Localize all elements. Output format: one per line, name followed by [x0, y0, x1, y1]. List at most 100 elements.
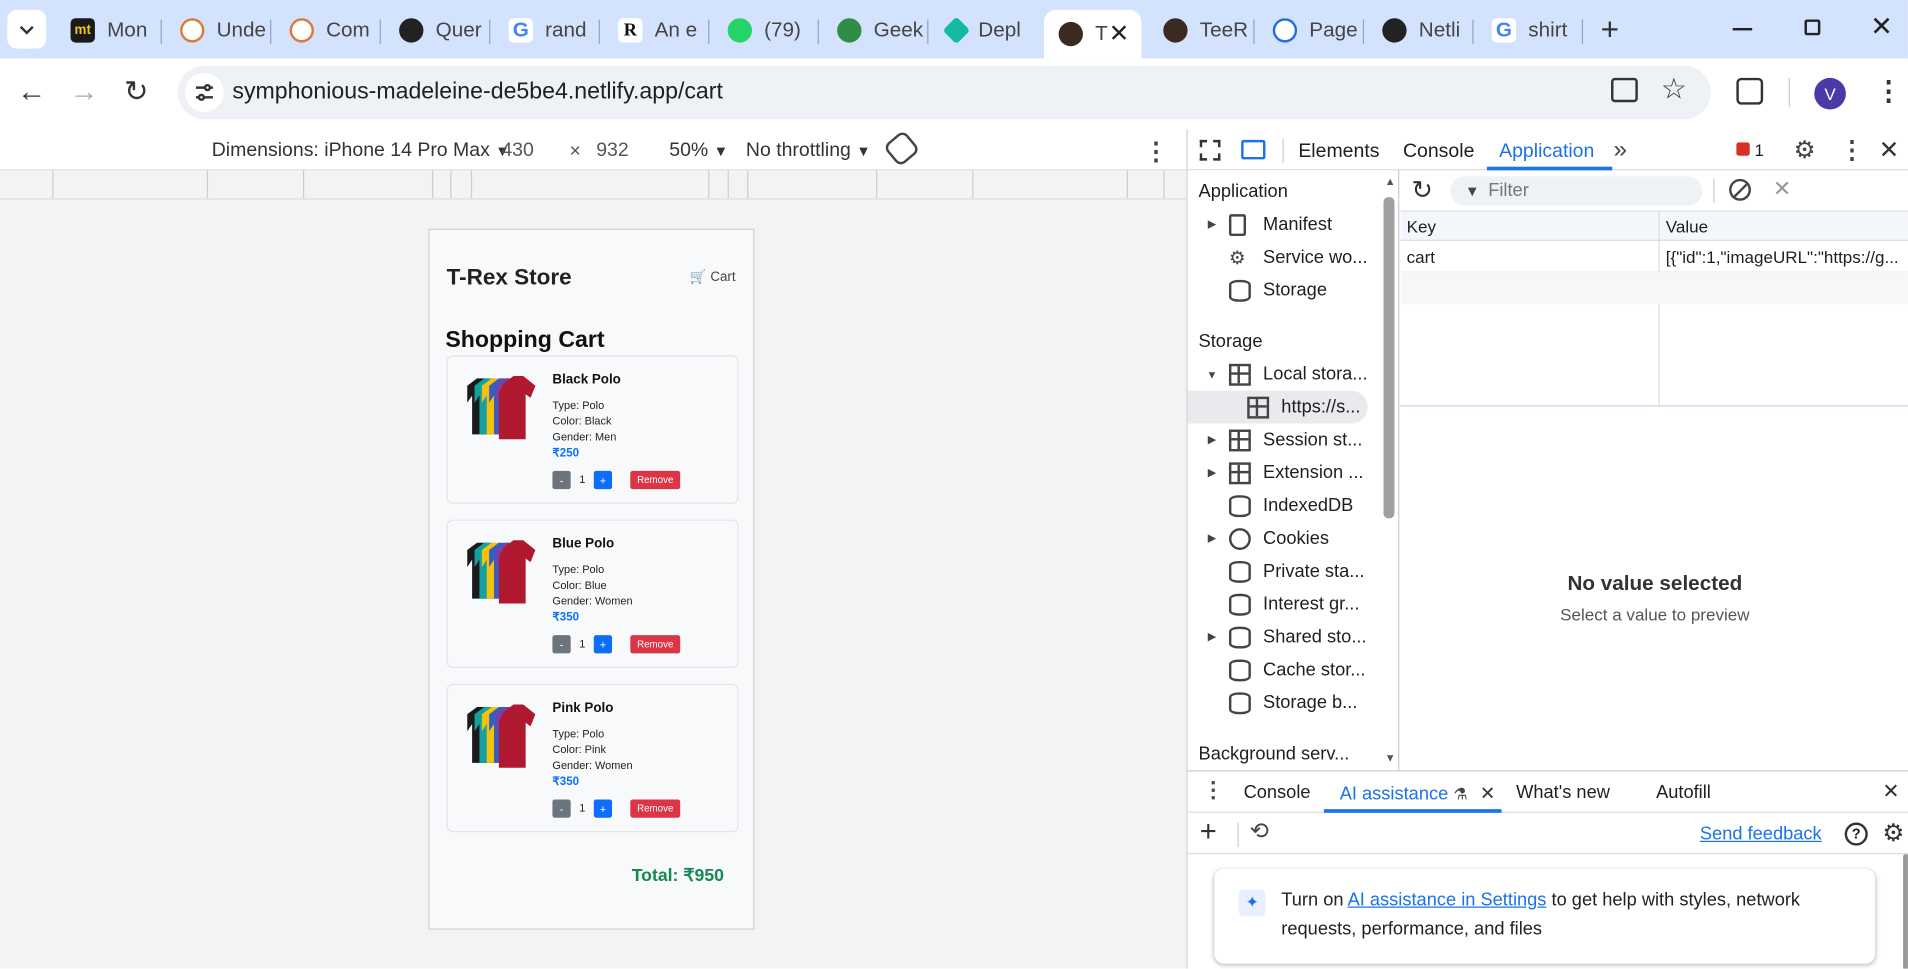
drawer-settings-icon[interactable]: ⚙ [1882, 818, 1904, 848]
tree-item-interest-groups[interactable]: Interest gr... [1188, 588, 1380, 621]
minimize-icon[interactable] [1732, 27, 1753, 31]
width-input[interactable]: 430 [501, 140, 533, 162]
tab-search-button[interactable] [7, 9, 47, 49]
close-devtools-icon[interactable]: ✕ [1879, 135, 1899, 165]
back-icon[interactable]: ← [17, 75, 46, 109]
rotate-icon[interactable] [882, 129, 921, 168]
zoom-select[interactable]: 50% ▼ [669, 140, 728, 162]
inspect-element-icon[interactable] [1199, 139, 1221, 161]
tree-item-session-storage[interactable]: ▶ Session st... [1188, 423, 1380, 456]
drawer-tab-console[interactable]: Console [1244, 782, 1311, 803]
send-feedback-link[interactable]: Send feedback [1700, 824, 1822, 845]
close-tab-icon[interactable]: ✕ [1480, 784, 1495, 805]
browser-tab[interactable]: G shirt [1477, 10, 1582, 51]
browser-tab-active[interactable]: T ✕ [1044, 9, 1142, 59]
settings-gear-icon[interactable]: ⚙ [1794, 135, 1816, 165]
drawer-tab-autofill[interactable]: Autofill [1656, 782, 1711, 803]
remove-button[interactable]: Remove [630, 470, 681, 490]
tab-application[interactable]: Application [1499, 141, 1594, 163]
expand-arrow-icon[interactable]: ▶ [1205, 532, 1220, 545]
tree-item-manifest[interactable]: ▶ Manifest [1188, 208, 1380, 241]
menu-kebab-icon[interactable]: ⋮ [1875, 75, 1902, 107]
omnibox[interactable]: symphonious-madeleine-de5be4.netlify.app… [177, 65, 1711, 120]
tree-item-service-workers[interactable]: ⚙ Service wo... [1188, 241, 1380, 274]
tree-item-extension-storage[interactable]: ▶ Extension ... [1188, 456, 1380, 489]
url-text[interactable]: symphonious-madeleine-de5be4.netlify.app… [232, 79, 723, 106]
tree-item-storage-buckets[interactable]: Storage b... [1188, 686, 1380, 719]
tree-item-shared-storage[interactable]: ▶ Shared sto... [1188, 621, 1380, 654]
install-app-icon[interactable] [1611, 77, 1638, 103]
drawer-scrollbar[interactable] [1903, 854, 1908, 969]
close-window-icon[interactable]: ✕ [1870, 11, 1892, 43]
browser-tab[interactable]: (79) [713, 10, 818, 51]
drawer-menu-icon[interactable]: ⋮ [1202, 778, 1224, 804]
close-drawer-icon[interactable]: ✕ [1882, 780, 1899, 804]
increase-qty-button[interactable]: + [593, 635, 613, 654]
refresh-icon[interactable]: ↻ [1411, 175, 1432, 205]
device-toggle-icon[interactable] [1241, 139, 1266, 160]
new-tab-button[interactable]: + [1592, 12, 1629, 49]
tree-item-cache-storage[interactable]: Cache stor... [1188, 653, 1380, 686]
browser-tab[interactable]: mt Mon [56, 10, 161, 51]
tab-elements[interactable]: Elements [1298, 141, 1379, 163]
increase-qty-button[interactable]: + [593, 799, 613, 818]
browser-tab[interactable]: Geek [823, 10, 928, 51]
filter-input[interactable]: ▼ Filter [1450, 176, 1703, 206]
remove-button[interactable]: Remove [630, 799, 681, 818]
tree-item-storage[interactable]: Storage [1188, 274, 1380, 307]
bookmark-star-icon[interactable]: ☆ [1661, 72, 1687, 107]
collapse-arrow-icon[interactable]: ▼ [1205, 368, 1220, 380]
delete-selected-icon[interactable]: ✕ [1773, 176, 1791, 202]
drawer-tab-whats-new[interactable]: What's new [1516, 782, 1610, 803]
history-icon[interactable]: ⟲ [1250, 818, 1269, 846]
table-row[interactable]: cart [{"id":1,"imageURL":"https://g... [1400, 241, 1908, 273]
tree-item-cookies[interactable]: ▶ Cookies [1188, 522, 1380, 555]
expand-arrow-icon[interactable]: ▶ [1205, 433, 1220, 446]
browser-tab[interactable]: Unde [165, 10, 270, 51]
device-toolbar-menu-icon[interactable]: ⋮ [1144, 136, 1168, 166]
browser-tab[interactable]: Depl [932, 10, 1037, 51]
sidebar-scrollbar[interactable]: ▲ ▼ [1379, 170, 1400, 772]
devtools-menu-icon[interactable]: ⋮ [1840, 135, 1864, 165]
expand-arrow-icon[interactable]: ▶ [1205, 630, 1220, 643]
store-brand[interactable]: T-Rex Store [447, 264, 572, 291]
tree-item-indexeddb[interactable]: IndexedDB [1188, 489, 1380, 522]
reload-icon[interactable]: ↻ [124, 74, 148, 109]
new-chat-icon[interactable]: + [1200, 815, 1217, 849]
forward-icon[interactable]: → [69, 75, 98, 109]
tree-item-local-storage[interactable]: ▼ Local stora... [1188, 358, 1380, 391]
browser-tab[interactable]: Page [1258, 10, 1363, 51]
tab-console[interactable]: Console [1403, 141, 1474, 163]
expand-arrow-icon[interactable]: ▶ [1205, 466, 1220, 479]
decrease-qty-button[interactable]: - [552, 470, 571, 490]
restore-icon[interactable] [1804, 19, 1821, 36]
ai-settings-link[interactable]: AI assistance in Settings [1348, 889, 1547, 910]
site-info-icon[interactable] [184, 73, 224, 112]
error-count-badge[interactable]: 1 [1736, 140, 1764, 159]
expand-arrow-icon[interactable]: ▶ [1205, 218, 1220, 231]
column-header-value[interactable]: Value [1666, 217, 1708, 236]
extensions-puzzle-icon[interactable] [1736, 77, 1764, 105]
browser-tab[interactable]: Com [275, 10, 380, 51]
browser-tab[interactable]: Quer [385, 10, 490, 51]
browser-tab[interactable]: G rand [494, 10, 599, 51]
browser-tab[interactable]: TeeR [1149, 10, 1254, 51]
increase-qty-button[interactable]: + [593, 470, 613, 490]
column-header-key[interactable]: Key [1407, 217, 1436, 236]
height-input[interactable]: 932 [596, 140, 628, 162]
decrease-qty-button[interactable]: - [552, 799, 571, 818]
tree-item-private-state[interactable]: Private sta... [1188, 555, 1380, 588]
profile-avatar[interactable]: V [1814, 77, 1846, 110]
throttling-select[interactable]: No throttling ▼ [746, 140, 871, 162]
decrease-qty-button[interactable]: - [552, 635, 571, 654]
dimensions-select[interactable]: Dimensions: iPhone 14 Pro Max ▼ [212, 140, 510, 162]
close-tab-icon[interactable]: ✕ [1109, 18, 1129, 48]
cart-link[interactable]: 🛒 Cart [690, 269, 736, 285]
drawer-tab-ai-assistance[interactable]: AI assistance ⚗ ✕ [1340, 782, 1496, 805]
help-icon[interactable]: ? [1844, 822, 1868, 846]
more-tabs-icon[interactable]: » [1613, 136, 1627, 164]
browser-tab[interactable]: R An e [604, 10, 709, 51]
clear-all-icon[interactable] [1729, 178, 1751, 201]
remove-button[interactable]: Remove [630, 635, 681, 654]
tree-item-local-origin[interactable]: https://s... [1187, 390, 1368, 424]
